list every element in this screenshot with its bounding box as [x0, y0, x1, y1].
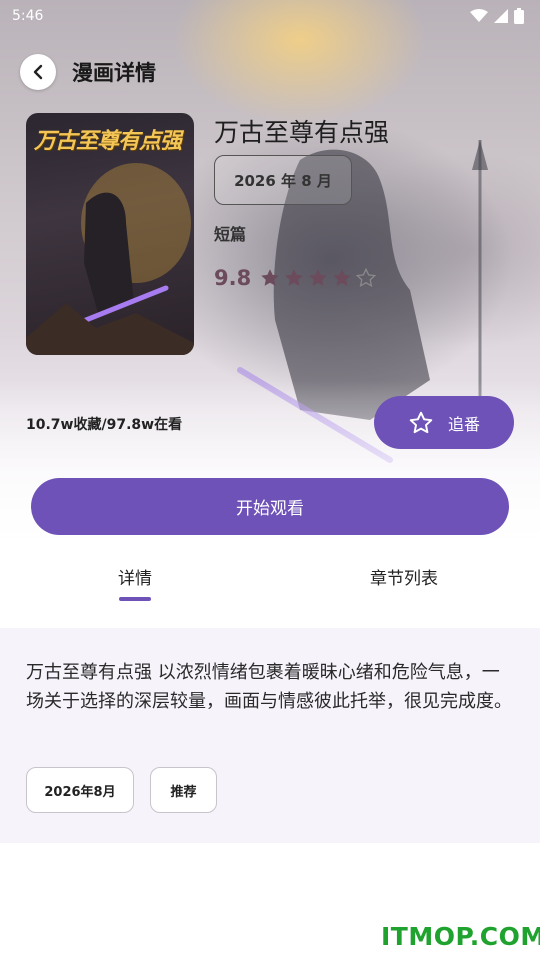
wifi-icon: [470, 9, 488, 22]
star-filled-icon: [261, 269, 279, 286]
follow-button[interactable]: 追番: [374, 396, 514, 449]
rating-value: 9.8: [214, 266, 252, 290]
active-tab-indicator: [119, 597, 151, 601]
star-filled-icon: [285, 269, 303, 286]
star-outline-icon: [409, 411, 433, 433]
start-watching-label: 开始观看: [236, 499, 304, 519]
battery-icon: [514, 8, 524, 24]
release-date-text: 2026 年 8 月: [234, 171, 332, 190]
comic-title: 万古至尊有点强: [214, 118, 390, 147]
detail-panel: 万古至尊有点强 以浓烈情绪包裹着暖昧心绪和危险气息，一场关于选择的深层较量，画面…: [0, 628, 540, 843]
tag-date[interactable]: 2026年8月: [26, 767, 134, 813]
page-title: 漫画详情: [72, 61, 156, 85]
genre-label: 短篇: [214, 225, 247, 244]
top-bar: 漫画详情: [20, 54, 156, 90]
comic-cover: 万古至尊有点强: [26, 113, 194, 355]
follow-label: 追番: [447, 414, 480, 434]
star-filled-icon: [309, 269, 327, 286]
status-icons: [470, 8, 524, 24]
rating-stars: [259, 267, 379, 289]
status-time: 5:46: [12, 8, 44, 24]
status-bar: 5:46: [0, 0, 540, 32]
cover-title: 万古至尊有点强: [34, 129, 182, 154]
follow-stats: 10.7w收藏/97.8w在看: [26, 417, 183, 433]
tab-chapter-list[interactable]: 章节列表: [370, 564, 438, 589]
star-filled-icon: [333, 269, 351, 286]
tab-details[interactable]: 详情: [118, 564, 152, 589]
back-button[interactable]: [20, 54, 56, 90]
chevron-left-icon: [33, 64, 43, 80]
comic-description: 万古至尊有点强 以浓烈情绪包裹着暖昧心绪和危险气息，一场关于选择的深层较量，画面…: [26, 662, 512, 712]
rating-row: 9.8: [214, 266, 379, 290]
signal-icon: [494, 9, 508, 23]
star-empty-icon: [356, 267, 377, 288]
tag-recommended[interactable]: 推荐: [150, 767, 217, 813]
tab-bar: 详情 章节列表: [0, 548, 540, 628]
start-watching-button[interactable]: 开始观看: [31, 478, 509, 535]
watermark-logo: ITMOP.COM: [381, 922, 540, 951]
release-date-chip: 2026 年 8 月: [214, 155, 352, 205]
